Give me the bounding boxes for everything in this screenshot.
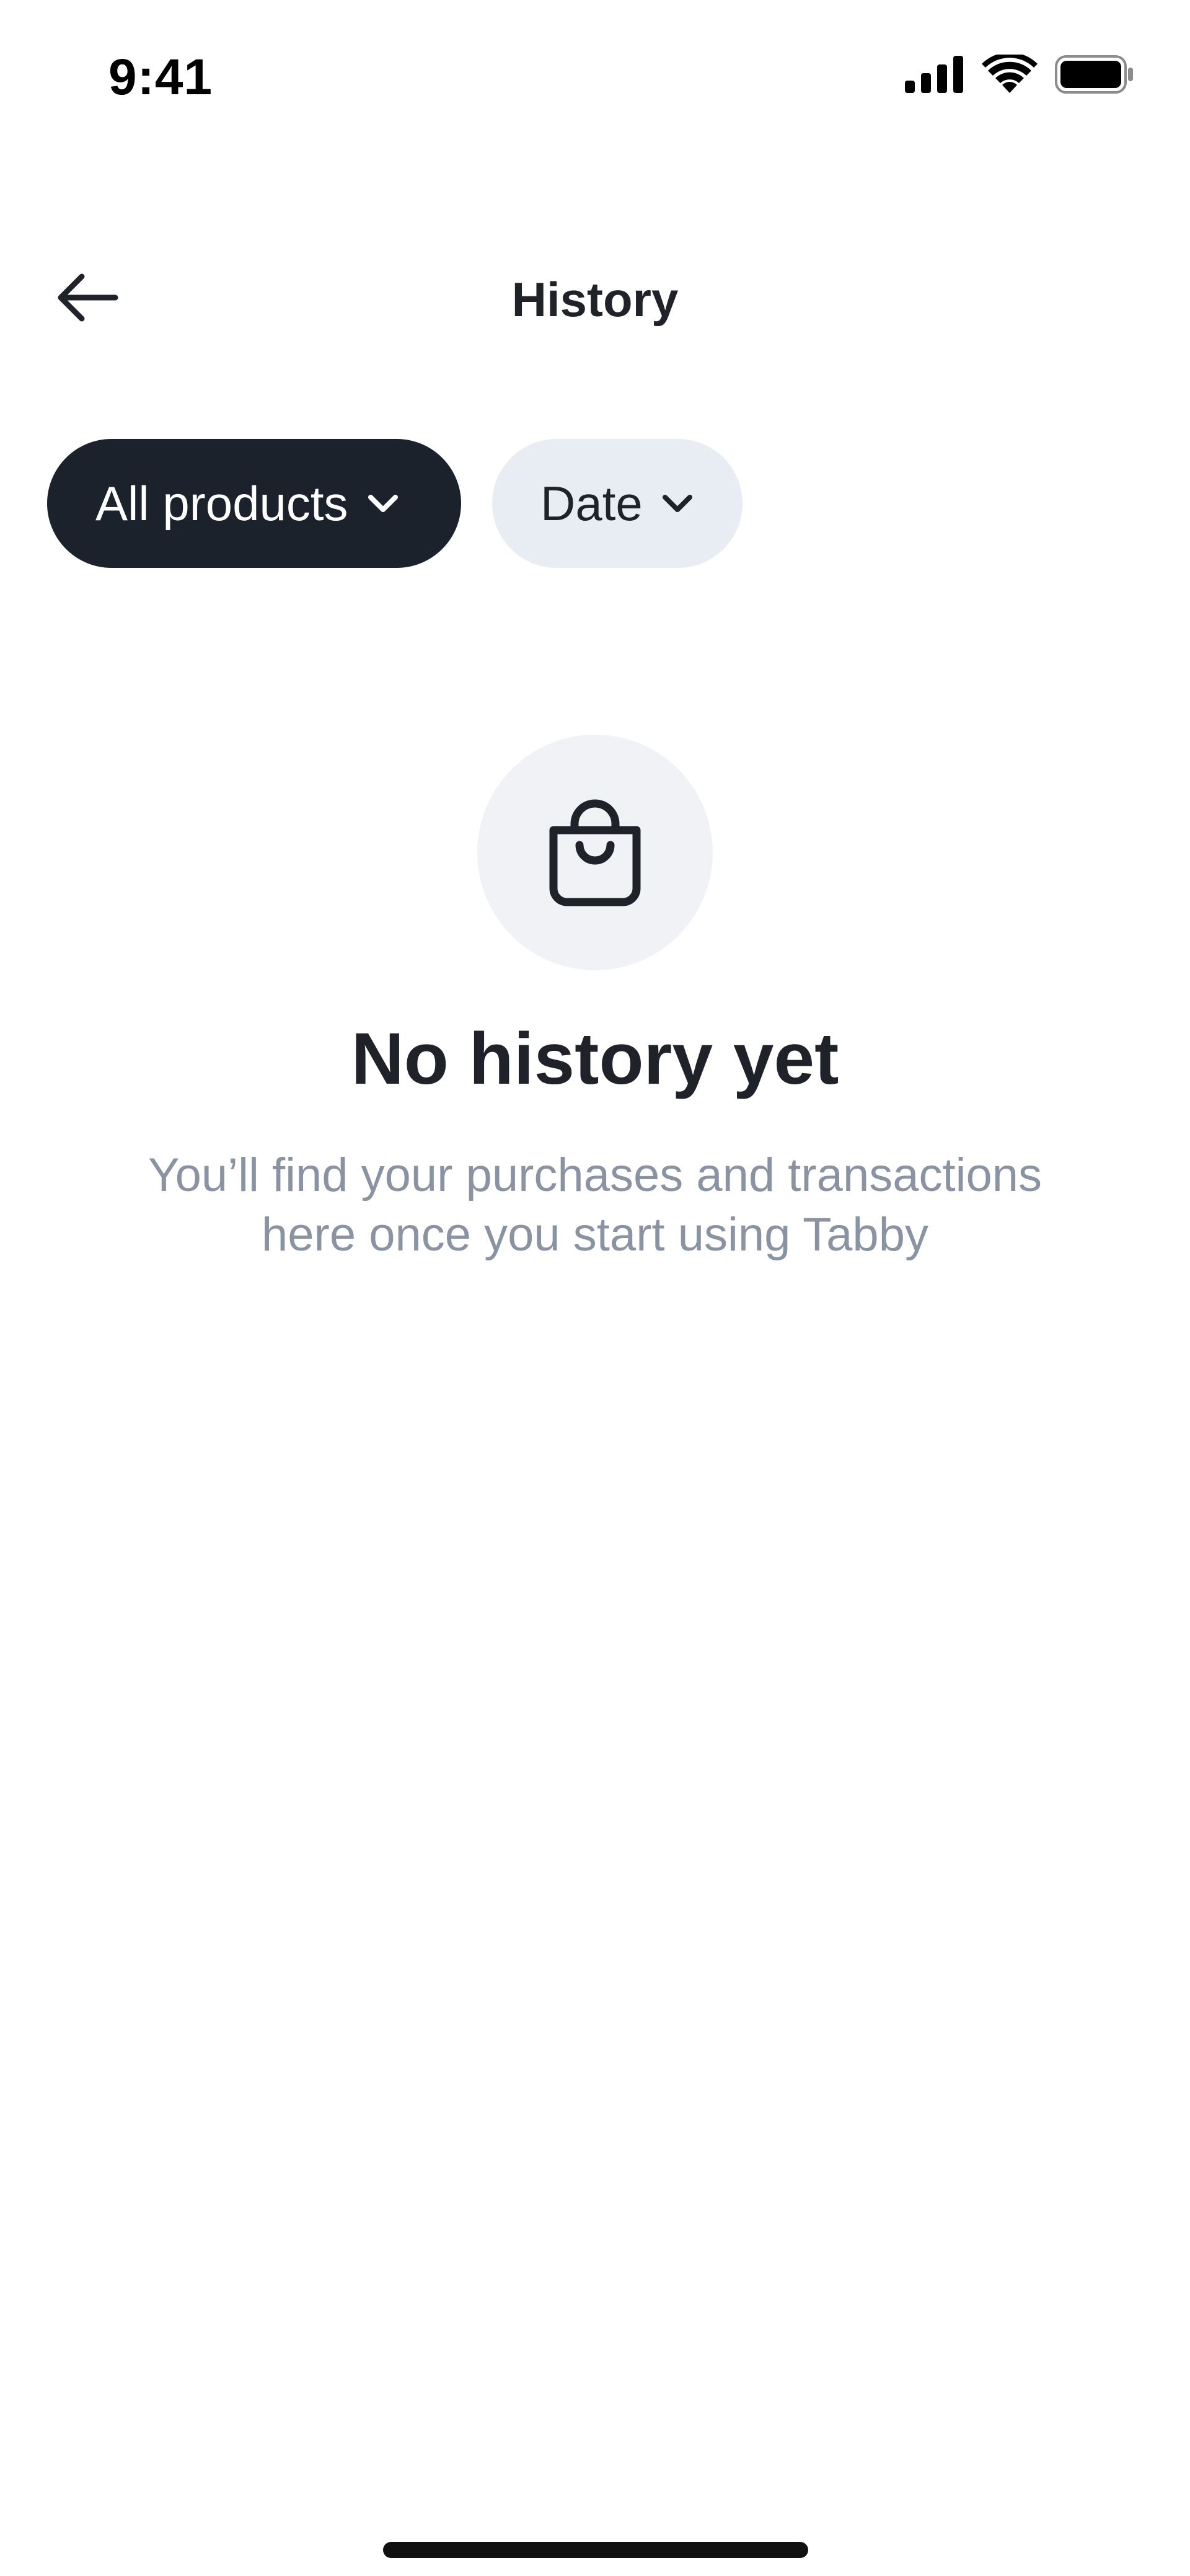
shopping-bag-icon: [549, 799, 641, 906]
date-filter[interactable]: Date: [492, 439, 743, 568]
status-bar: 9:41: [0, 0, 1190, 149]
battery-icon: [1055, 55, 1133, 94]
page-title: History: [511, 272, 679, 327]
empty-state-title: No history yet: [351, 1018, 839, 1100]
filter-bar: All products Date: [47, 439, 743, 568]
date-label: Date: [540, 476, 643, 531]
chevron-down-icon: [367, 494, 399, 513]
chevron-down-icon: [661, 494, 694, 513]
empty-state-subtitle-line-1: You’ll find your purchases and transacti…: [148, 1149, 1042, 1202]
empty-state-subtitle-line-2: here once you start using Tabby: [262, 1208, 928, 1261]
status-icons: [905, 55, 1134, 94]
home-indicator: [383, 2542, 808, 2558]
status-time: 9:41: [108, 49, 213, 105]
all-products-label: All products: [95, 476, 348, 531]
signal-icon: [905, 56, 963, 93]
empty-state-icon-circle: [477, 735, 713, 970]
header: History: [0, 248, 1190, 347]
wifi-icon: [982, 55, 1038, 93]
all-products-filter[interactable]: All products: [47, 439, 461, 568]
empty-state-subtitle: You’ll find your purchases and transacti…: [93, 1146, 1097, 1265]
